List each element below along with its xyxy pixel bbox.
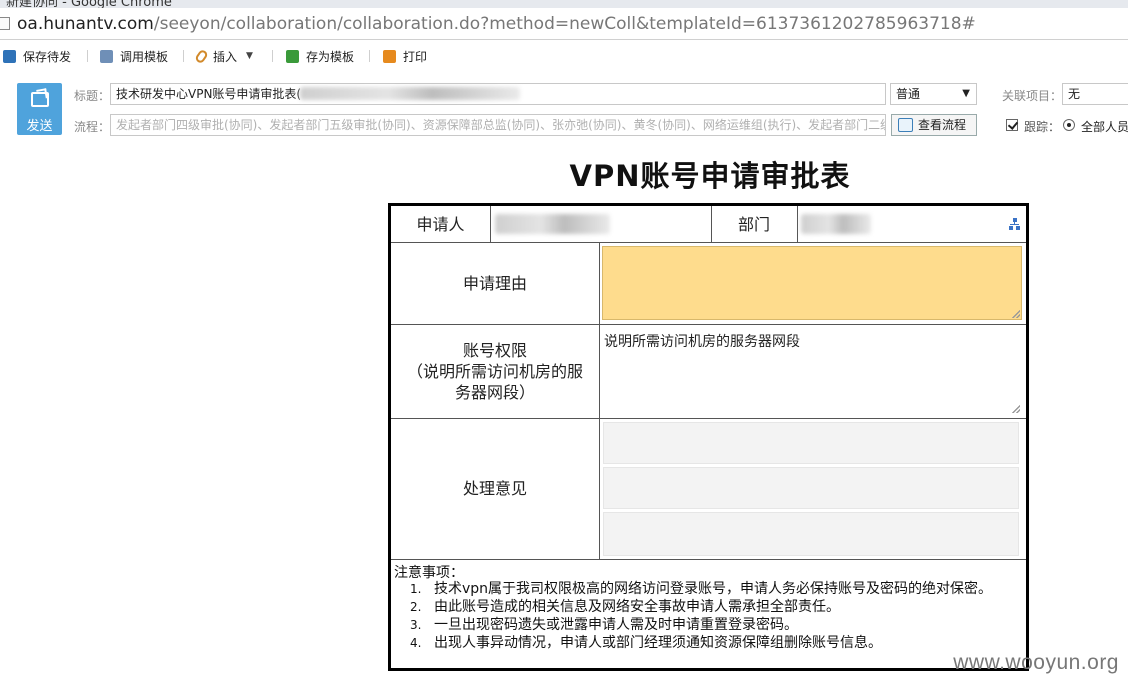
row-divider (391, 324, 1026, 325)
insert-button[interactable]: 插入 ▼ (194, 47, 253, 65)
flow-label: 流程： (74, 120, 111, 134)
window-title: 新建协同 - Google Chrome (6, 0, 172, 8)
permission-textarea[interactable]: 说明所需访问机房的服务器网段 (600, 327, 1022, 415)
applicant-label: 申请人 (416, 215, 465, 234)
save-draft-button[interactable]: 保存待发 (3, 47, 71, 65)
send-button[interactable]: 发送 (17, 83, 62, 135)
view-flow-button[interactable]: 查看流程 (891, 114, 977, 136)
toolbar-divider (183, 50, 184, 62)
row-divider (391, 559, 1026, 560)
resize-grip-icon[interactable] (1012, 405, 1020, 413)
notes-list: 1. 技术vpn属于我司权限极高的网络访问登录账号，申请人务必保持账号及密码的绝对… (408, 580, 1020, 652)
col-divider (797, 206, 798, 242)
list-item: 2. 由此账号造成的相关信息及网络安全事故申请人需承担全部责任。 (410, 599, 840, 615)
list-item: 1. 技术vpn属于我司权限极高的网络访问登录账号，申请人务必保持账号及密码的绝对… (410, 581, 993, 597)
watermark: www.wooyun.org (953, 651, 1119, 674)
print-button[interactable]: 打印 (383, 47, 427, 65)
opinion-box[interactable] (603, 422, 1019, 464)
list-item: 3. 一旦出现密码遗失或泄露申请人需及时申请重置登录密码。 (410, 617, 798, 633)
redacted-text (300, 87, 520, 100)
track-checkbox[interactable] (1006, 119, 1018, 131)
save-icon (3, 49, 16, 63)
attach-icon (194, 48, 209, 64)
row-divider (391, 418, 1026, 419)
importance-select[interactable]: 普通 ▼ (890, 83, 977, 105)
reason-label: 申请理由 (462, 274, 527, 293)
vpn-request-form: 申请人 部门 申请理由 账号权限 （说明所需访问机房的服 务器网段） 说明所需访… (388, 203, 1029, 671)
address-bar[interactable]: oa.hunantv.com/seeyon/collaboration/coll… (0, 8, 1128, 40)
row-divider (391, 242, 1026, 243)
opinion-box[interactable] (603, 467, 1019, 509)
opinion-label: 处理意见 (462, 479, 527, 498)
track-label: 跟踪： (1024, 120, 1061, 134)
track-all-label: 全部人员 (1081, 120, 1128, 134)
toolbar-divider (369, 50, 370, 62)
opinion-box[interactable] (603, 512, 1019, 556)
notes-title: 注意事项： (394, 565, 464, 581)
permission-label: 账号权限 （说明所需访问机房的服 务器网段） (406, 341, 583, 402)
chevron-down-icon: ▼ (246, 51, 253, 61)
department-redacted (801, 214, 871, 234)
template-icon (100, 49, 113, 63)
track-all-radio[interactable] (1063, 119, 1075, 131)
list-item: 4. 出现人事异动情况，申请人或部门经理须通知资源保障组删除账号信息。 (410, 635, 882, 651)
send-icon (31, 92, 49, 107)
browser-title-bar: 新建协同 - Google Chrome (0, 0, 1128, 8)
print-icon (383, 49, 396, 63)
reason-textarea[interactable] (602, 246, 1022, 320)
col-divider (490, 206, 491, 242)
flow-icon (898, 118, 913, 132)
related-project-label: 关联项目： (1002, 89, 1063, 103)
form-title: VPN账号申请审批表 (569, 159, 851, 193)
department-label: 部门 (737, 215, 770, 234)
url-text[interactable]: oa.hunantv.com/seeyon/collaboration/coll… (17, 14, 976, 34)
flow-input[interactable]: 发起者部门四级审批(协同)、发起者部门五级审批(协同)、资源保障部总监(协同)、… (110, 114, 886, 136)
save-as-template-button[interactable]: 存为模板 (286, 47, 354, 65)
applicant-redacted (495, 214, 610, 234)
collaboration-header: 发送 标题： 技术研发中心VPN账号申请审批表( 流程： 发起者部门四级审批(协… (0, 72, 1128, 142)
org-icon[interactable] (1009, 218, 1020, 230)
related-project-input[interactable]: 无 (1062, 83, 1128, 105)
toolbar-divider (87, 50, 88, 62)
toolbar: 保存待发 调用模板 插入 ▼ 存为模板 打印 (0, 41, 1128, 71)
resize-grip-icon[interactable] (1012, 310, 1020, 318)
page-icon (0, 17, 10, 30)
chevron-down-icon: ▼ (962, 88, 970, 99)
save-template-icon (286, 49, 299, 63)
toolbar-divider (272, 50, 273, 62)
subject-label: 标题： (74, 89, 111, 103)
use-template-button[interactable]: 调用模板 (100, 47, 168, 65)
